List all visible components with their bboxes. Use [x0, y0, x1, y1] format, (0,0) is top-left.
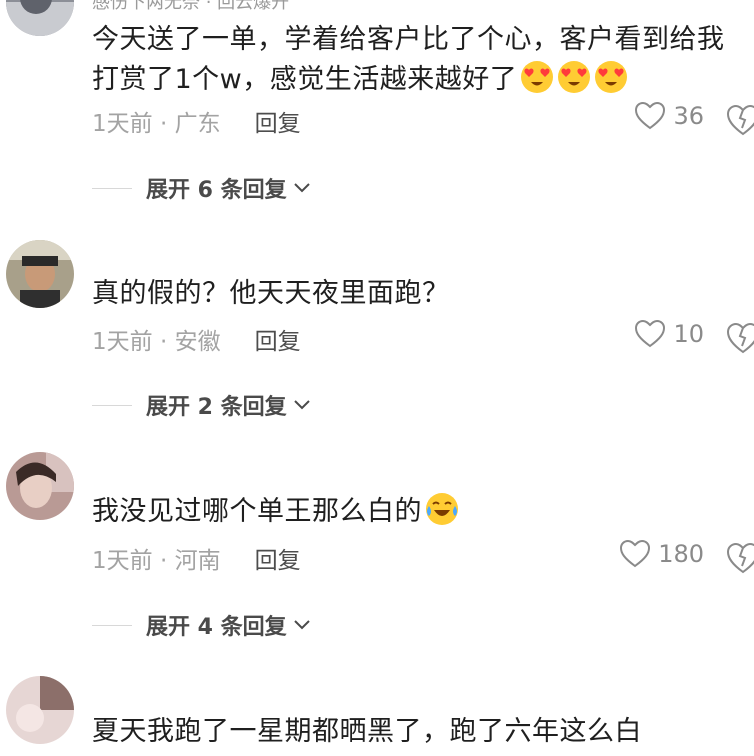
like-button[interactable]: 10: [635, 320, 704, 348]
comment-text: 今天送了一单，学着给客户比了个心，客户看到给我打赏了1个w，感觉生活越来越好了: [92, 24, 725, 95]
expand-replies-button[interactable]: 展开 4 条回复: [92, 609, 311, 641]
comment-username[interactable]: 感伤下两无奈 · 回云爆开: [92, 0, 289, 14]
comment-meta: 1天前 · 安徽 回复: [92, 322, 301, 356]
expand-replies-button[interactable]: 展开 2 条回复: [92, 389, 311, 421]
reply-button[interactable]: 回复: [255, 104, 301, 138]
like-button[interactable]: 180: [620, 540, 704, 568]
like-button[interactable]: 36: [635, 102, 704, 130]
reply-button[interactable]: 回复: [255, 322, 301, 356]
comment-time-location: 1天前 · 河南: [92, 548, 221, 574]
divider-line: [92, 404, 132, 406]
dislike-icon[interactable]: [726, 321, 754, 355]
expand-replies-button[interactable]: 展开 6 条回复: [92, 172, 311, 204]
comment-time-location: 1天前 · 安徽: [92, 329, 221, 355]
chevron-down-icon: [293, 183, 310, 193]
heart-icon: [635, 102, 666, 130]
dislike-icon[interactable]: [726, 541, 754, 575]
expand-replies-label: 展开 2 条回复: [146, 395, 287, 420]
like-count: 10: [673, 320, 704, 348]
comment-time-location: 1天前 · 广东: [92, 111, 221, 137]
avatar[interactable]: [6, 0, 74, 36]
like-count: 180: [658, 540, 704, 568]
heart-eyes-emoji-icon: [517, 61, 628, 95]
tears-of-joy-emoji-icon: [422, 493, 459, 527]
reply-button[interactable]: 回复: [255, 541, 301, 575]
dislike-icon[interactable]: [726, 103, 754, 137]
heart-icon: [635, 320, 666, 348]
chevron-down-icon: [293, 400, 310, 410]
comment-meta: 1天前 · 河南 回复: [92, 541, 301, 575]
comment-meta: 1天前 · 广东 回复: [92, 104, 301, 138]
comment-text: 夏天我跑了一星期都晒黑了，跑了六年这么白: [92, 716, 642, 747]
avatar[interactable]: [6, 452, 74, 520]
heart-icon: [620, 540, 651, 568]
comment-text: 我没见过哪个单王那么白的: [92, 492, 747, 532]
avatar[interactable]: [6, 240, 74, 308]
chevron-down-icon: [293, 620, 310, 630]
avatar[interactable]: [6, 676, 74, 744]
expand-replies-label: 展开 4 条回复: [146, 615, 287, 640]
divider-line: [92, 624, 132, 626]
expand-replies-label: 展开 6 条回复: [146, 178, 287, 203]
comment-text: 真的假的？他天天夜里面跑？: [92, 278, 450, 309]
like-count: 36: [673, 102, 704, 130]
divider-line: [92, 187, 132, 189]
